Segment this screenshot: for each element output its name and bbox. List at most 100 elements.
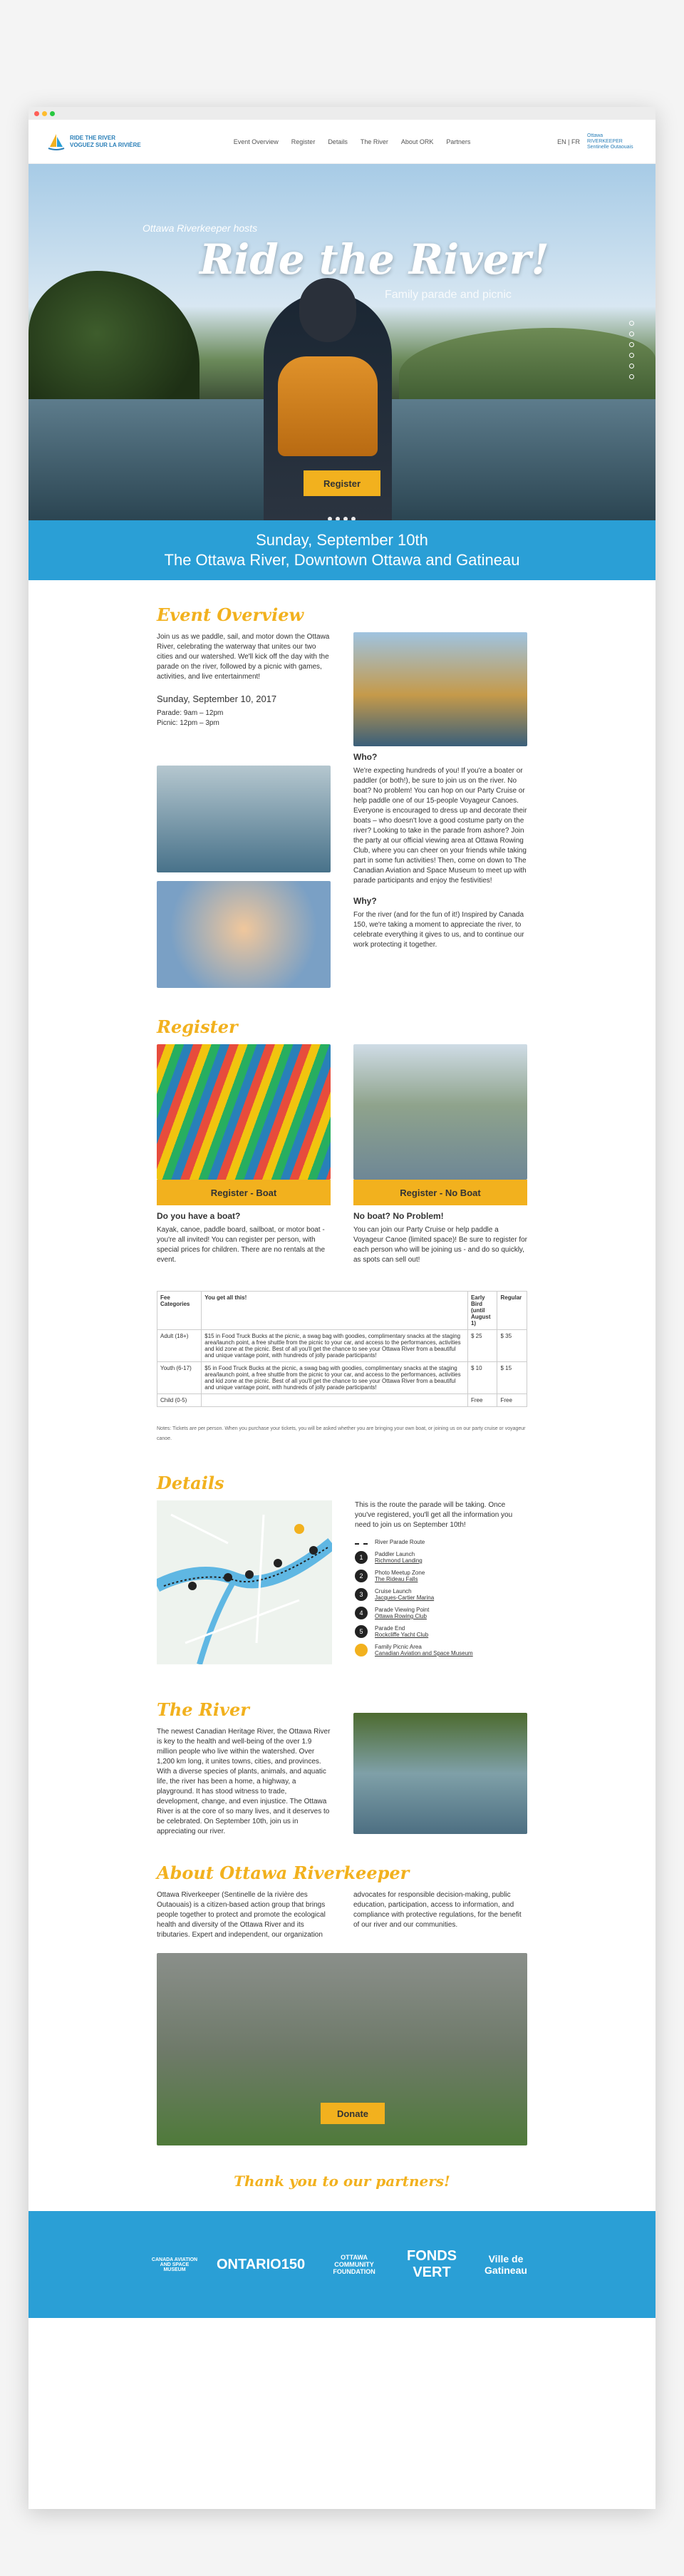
section-dot[interactable]: [629, 321, 634, 326]
slide-dot[interactable]: [351, 517, 356, 520]
noboat-heading: No boat? No Problem!: [353, 1211, 444, 1221]
table-cell: $ 25: [467, 1329, 498, 1362]
table-header: Early Bird (until August 1): [467, 1291, 498, 1330]
team-photo: Donate: [157, 1953, 527, 2145]
table-header: Fee Categories: [156, 1291, 202, 1330]
legend-point: 1 Paddler Launch Richmond Landing: [355, 1551, 527, 1564]
event-location: The Ottawa River, Downtown Ottawa and Ga…: [164, 551, 520, 569]
overview-section: Event Overview Join us as we paddle, sai…: [28, 580, 656, 988]
logo-line-1: RIDE THE RIVER: [70, 134, 116, 141]
language-switch[interactable]: EN | FR: [557, 138, 580, 145]
hero-register-button[interactable]: Register: [304, 470, 380, 496]
partner-ontario150[interactable]: ONTARIO150: [217, 2257, 305, 2273]
table-cell: Adult (18+): [156, 1329, 202, 1362]
close-icon[interactable]: [34, 110, 39, 116]
nav-register[interactable]: Register: [291, 138, 316, 145]
table-cell: Youth (6-17): [156, 1361, 202, 1394]
sail-logo-icon: [48, 133, 65, 150]
slider-dots[interactable]: [328, 517, 356, 520]
partners-band: CANADA AVIATION AND SPACE MUSEUM ONTARIO…: [28, 2211, 656, 2318]
table-row: Adult (18+) $15 in Food Truck Bucks at t…: [156, 1329, 527, 1362]
overview-picnic-time: Picnic: 12pm – 3pm: [157, 719, 219, 727]
paddleboard-photo: [157, 766, 331, 872]
river-paddleboard-photo: [353, 1713, 527, 1834]
table-row: Youth (6-17) $5 in Food Truck Bucks at t…: [156, 1361, 527, 1394]
boat-heading: Do you have a boat?: [157, 1211, 241, 1221]
maximize-icon[interactable]: [50, 110, 55, 116]
nav-event-overview[interactable]: Event Overview: [234, 138, 279, 145]
point-name: Photo Meetup Zone: [375, 1570, 425, 1576]
legend-point: 3 Cruise Launch Jacques-Cartier Marina: [355, 1588, 527, 1601]
logo-line-2: VOGUEZ SUR LA RIVIÈRE: [70, 141, 141, 148]
boat-text: Kayak, canoe, paddle board, sailboat, or…: [157, 1226, 326, 1264]
section-dot[interactable]: [629, 353, 634, 358]
legend-point: 4 Parade Viewing Point Ottawa Rowing Club: [355, 1607, 527, 1619]
hero-subtitle: Family parade and picnic: [385, 289, 512, 301]
table-cell: Free: [467, 1393, 498, 1407]
riverkeeper-logo[interactable]: Ottawa RIVERKEEPER Sentinelle Outaouais: [587, 133, 637, 150]
point-place-link[interactable]: The Rideau Falls: [375, 1576, 418, 1582]
point-number: 1: [355, 1551, 368, 1564]
nav-about[interactable]: About ORK: [401, 138, 434, 145]
point-place-link[interactable]: Ottawa Rowing Club: [375, 1613, 427, 1619]
hero-trees-right: [399, 328, 656, 406]
donate-button[interactable]: Donate: [321, 2103, 385, 2124]
about-text-left: Ottawa Riverkeeper (Sentinelle de la riv…: [157, 1891, 326, 1939]
about-title: About Ottawa Riverkeeper: [157, 1863, 410, 1883]
nav-details[interactable]: Details: [328, 138, 348, 145]
event-date: Sunday, September 10th: [256, 531, 428, 549]
minimize-icon[interactable]: [42, 110, 47, 116]
nav-the-river[interactable]: The River: [361, 138, 388, 145]
table-cell: Child (0-5): [156, 1393, 202, 1407]
point-number: 2: [355, 1570, 368, 1582]
section-dot[interactable]: [629, 364, 634, 369]
partner-aviation-museum[interactable]: CANADA AVIATION AND SPACE MUSEUM: [150, 2257, 200, 2272]
route-label: River Parade Route: [375, 1539, 425, 1545]
face-paint-photo: [157, 881, 331, 988]
who-text: We're expecting hundreds of you! If you'…: [353, 767, 527, 885]
partners-heading-wrap: Thank you to our partners!: [28, 2145, 656, 2211]
site-logo[interactable]: RIDE THE RIVER VOGUEZ SUR LA RIVIÈRE: [47, 133, 147, 151]
legend-point: 2 Photo Meetup Zone The Rideau Falls: [355, 1570, 527, 1582]
river-section: The River The newest Canadian Heritage R…: [28, 1668, 656, 1837]
route-map[interactable]: [153, 1500, 336, 1666]
overview-title: Event Overview: [157, 604, 304, 625]
section-dot[interactable]: [629, 342, 634, 347]
point-place-link[interactable]: Jacques-Cartier Marina: [375, 1594, 434, 1601]
fees-table: Fee Categories You get all this! Early B…: [156, 1291, 527, 1407]
picnic-name: Family Picnic Area: [375, 1644, 422, 1650]
slide-dot[interactable]: [328, 517, 332, 520]
register-noboat-button[interactable]: Register - No Boat: [353, 1180, 527, 1205]
table-row: Child (0-5) Free Free: [156, 1393, 527, 1407]
why-heading: Why?: [353, 896, 377, 906]
partner-community-foundation[interactable]: OTTAWA COMMUNITY FOUNDATION: [322, 2254, 386, 2275]
slide-dot[interactable]: [336, 517, 340, 520]
overview-parade-time: Parade: 9am – 12pm: [157, 709, 224, 717]
slide-dot[interactable]: [343, 517, 348, 520]
about-text-right: advocates for responsible decision-makin…: [353, 1891, 522, 1929]
point-number: 4: [355, 1607, 368, 1619]
cruise-boat-photo: [353, 1044, 527, 1180]
partner-gatineau[interactable]: Ville de Gatineau: [477, 2253, 534, 2276]
table-cell: $15 in Food Truck Bucks at the picnic, a…: [201, 1329, 468, 1362]
about-section: About Ottawa Riverkeeper Ottawa Riverkee…: [28, 1837, 656, 2145]
point-name: Cruise Launch: [375, 1588, 412, 1594]
section-dot[interactable]: [629, 374, 634, 379]
overview-intro: Join us as we paddle, sail, and motor do…: [157, 633, 330, 681]
table-cell: [201, 1393, 468, 1407]
register-boat-button[interactable]: Register - Boat: [157, 1180, 331, 1205]
point-name: Parade End: [375, 1625, 405, 1632]
section-dots[interactable]: [629, 321, 634, 379]
picnic-place-link[interactable]: Canadian Aviation and Space Museum: [375, 1650, 473, 1657]
point-name: Parade Viewing Point: [375, 1607, 430, 1613]
point-place-link[interactable]: Richmond Landing: [375, 1557, 423, 1564]
overview-date: Sunday, September 10, 2017: [157, 694, 277, 704]
nav-partners[interactable]: Partners: [446, 138, 470, 145]
hero-paddler-head: [299, 278, 356, 342]
section-dot[interactable]: [629, 331, 634, 336]
partner-fonds-vert[interactable]: FONDS VERT: [403, 2248, 460, 2281]
register-title: Register: [157, 1016, 238, 1037]
details-section: Details This is the route the parade wil…: [28, 1444, 656, 1668]
point-place-link[interactable]: Rockcliffe Yacht Club: [375, 1632, 428, 1638]
hero-banner: Ottawa Riverkeeper hosts Ride the River!…: [28, 164, 656, 520]
